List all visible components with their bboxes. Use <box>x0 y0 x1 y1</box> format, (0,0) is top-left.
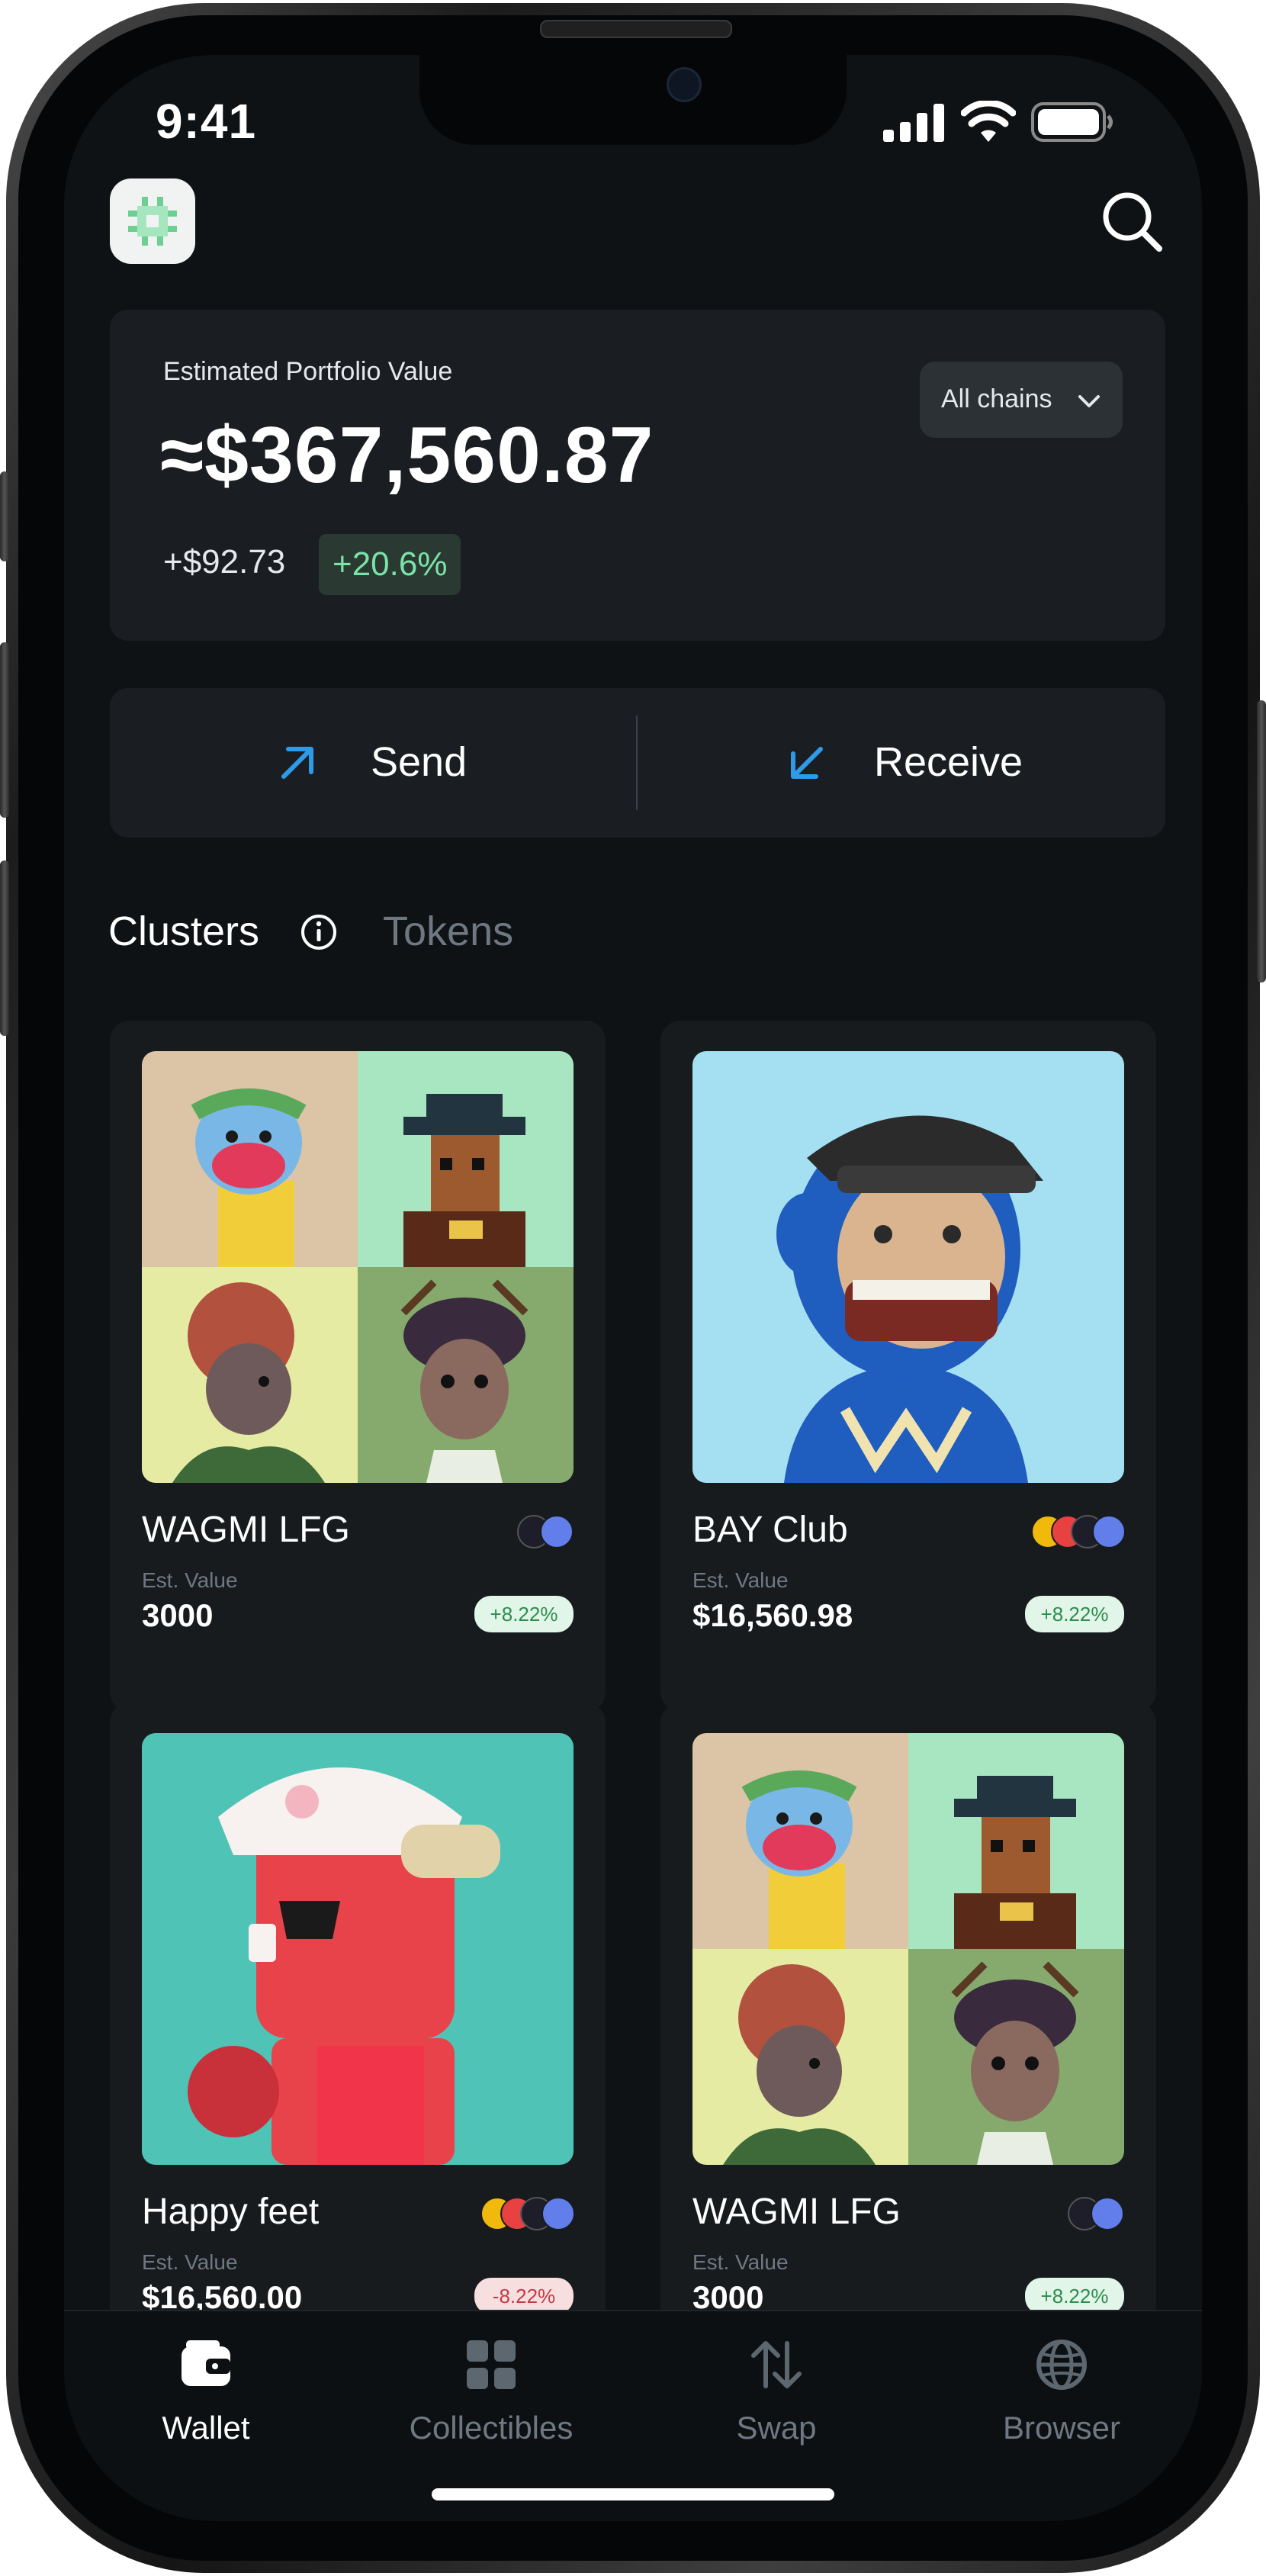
globe-icon <box>1036 2340 1087 2390</box>
nft-thumbnail <box>908 1949 1124 2165</box>
receive-label: Receive <box>874 739 1023 785</box>
tab-tokens[interactable]: Tokens <box>383 908 513 955</box>
ethereum-icon <box>540 1515 574 1548</box>
portfolio-label: Estimated Portfolio Value <box>163 357 453 386</box>
chain-selector-label: All chains <box>941 384 1052 413</box>
send-button[interactable]: Send <box>110 688 636 838</box>
est-value-label: Est. Value <box>692 1568 789 1592</box>
arrow-up-right-icon <box>281 747 313 779</box>
nav-wallet-label: Wallet <box>162 2410 250 2446</box>
nft-thumbnail <box>358 1267 574 1483</box>
mute-switch <box>0 471 9 561</box>
collection-name: Happy feet <box>142 2192 320 2232</box>
screen: 9:41 Estimated Portfolio Value ≈$367,560… <box>64 55 1202 2521</box>
arrow-down-left-icon <box>791 747 823 779</box>
search-button[interactable] <box>1094 183 1170 259</box>
ethereum-icon <box>1091 2197 1124 2230</box>
logo-icon <box>128 197 177 246</box>
chain-icons <box>517 1513 575 1548</box>
collection-name: WAGMI LFG <box>692 2192 901 2232</box>
nft-thumbnail <box>692 1949 908 2165</box>
signal-icon <box>883 104 946 142</box>
collection-card[interactable]: WAGMI LFG Est. Value 3000 +8.22% <box>110 1021 606 1712</box>
swap-arrows-icon <box>751 2341 802 2388</box>
tab-clusters[interactable]: Clusters <box>108 908 259 955</box>
nav-wallet[interactable]: Wallet <box>92 2334 320 2446</box>
est-value: $16,560.98 <box>692 1597 853 1633</box>
nft-thumbnail <box>908 1733 1124 1949</box>
volume-down-button <box>0 860 9 1036</box>
collection-image <box>142 1733 574 2165</box>
change-badge: -8.22% <box>474 2278 574 2314</box>
nft-thumbnail <box>142 1051 358 1267</box>
grid-icon <box>467 2340 516 2389</box>
chain-icons <box>1068 2195 1126 2230</box>
portfolio-value: ≈$367,560.87 <box>160 411 654 500</box>
search-icon <box>1103 192 1162 252</box>
wallet-icon <box>182 2340 230 2386</box>
speaker-grille <box>540 20 732 38</box>
portfolio-card: Estimated Portfolio Value ≈$367,560.87 +… <box>110 310 1165 641</box>
collection-image <box>142 1051 574 1483</box>
notch <box>419 55 847 145</box>
nav-collectibles-label: Collectibles <box>409 2410 574 2446</box>
send-label: Send <box>371 739 468 785</box>
portfolio-change-percent: +20.6% <box>319 534 461 595</box>
collection-image <box>692 1733 1124 2165</box>
collection-card[interactable]: BAY Club Est. Value $16,560.98 +8.22% <box>660 1021 1156 1712</box>
ethereum-icon <box>541 2197 575 2230</box>
nav-browser-label: Browser <box>1002 2410 1121 2446</box>
receive-button[interactable]: Receive <box>638 688 1165 838</box>
front-camera <box>667 67 702 102</box>
collection-name: WAGMI LFG <box>142 1510 350 1550</box>
info-icon[interactable] <box>299 912 339 952</box>
volume-up-button <box>0 642 9 818</box>
change-badge: +8.22% <box>1025 1596 1124 1632</box>
bottom-nav: Wallet Collectibles Swap Browser <box>64 2310 1202 2521</box>
chain-icons <box>480 2195 575 2230</box>
power-button <box>1257 700 1266 982</box>
nav-collectibles[interactable]: Collectibles <box>377 2334 606 2446</box>
chain-selector[interactable]: All chains <box>920 362 1123 438</box>
home-indicator[interactable] <box>432 2488 834 2500</box>
ape-illustration <box>776 1115 1043 1483</box>
collection-card[interactable]: Happy feet Est. Value $16,560.00 -8.22% <box>110 1703 606 2394</box>
est-value-label: Est. Value <box>142 2250 238 2274</box>
status-time: 9:41 <box>156 94 257 149</box>
nft-thumbnail <box>142 1267 358 1483</box>
collection-card[interactable]: WAGMI LFG Est. Value 3000 +8.22% <box>660 1703 1156 2394</box>
action-bar: Send Receive <box>110 688 1165 838</box>
est-value-label: Est. Value <box>692 2250 789 2274</box>
nft-thumbnail <box>692 1733 908 1949</box>
ethereum-icon <box>1092 1515 1126 1548</box>
change-badge: +8.22% <box>1025 2278 1124 2314</box>
change-badge: +8.22% <box>474 1596 574 1632</box>
wifi-icon <box>960 99 1017 143</box>
est-value: 3000 <box>142 1597 214 1633</box>
battery-icon <box>1031 102 1115 142</box>
robot-illustration <box>188 1767 500 2165</box>
collection-name: BAY Club <box>692 1510 848 1550</box>
nav-browser[interactable]: Browser <box>947 2334 1176 2446</box>
nft-thumbnail <box>358 1051 574 1267</box>
est-value-label: Est. Value <box>142 1568 238 1592</box>
nav-swap-label: Swap <box>736 2410 817 2446</box>
chevron-down-icon <box>1078 395 1100 407</box>
collection-image <box>692 1051 1124 1483</box>
chain-icons <box>1031 1513 1126 1548</box>
app-logo[interactable] <box>110 178 195 264</box>
portfolio-change-amount: +$92.73 <box>163 543 286 580</box>
nav-swap[interactable]: Swap <box>662 2334 891 2446</box>
